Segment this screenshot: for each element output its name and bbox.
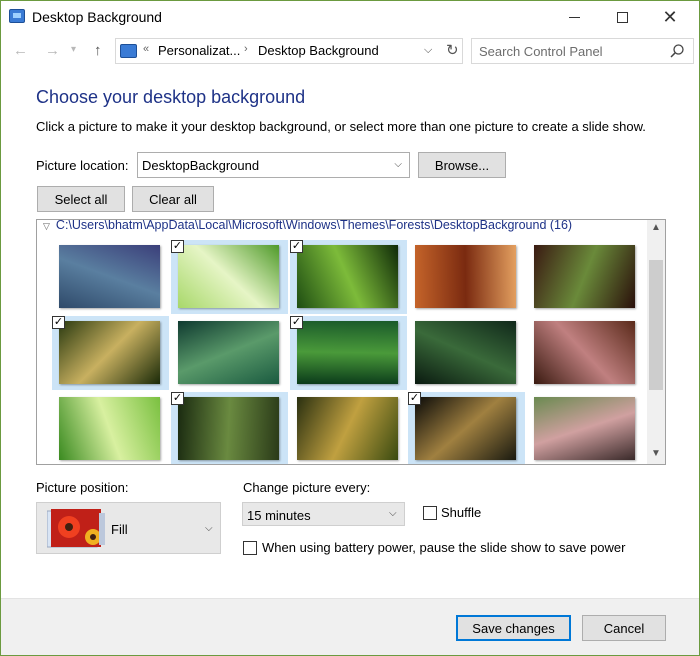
thumbnail-checkbox[interactable]: ✓ <box>290 240 303 253</box>
scroll-down-icon[interactable]: ▼ <box>647 448 665 462</box>
cancel-button[interactable]: Cancel <box>582 615 666 641</box>
thumbnail-tile[interactable]: ✓ <box>290 316 407 390</box>
breadcrumb-personalization[interactable]: Personalizat... <box>158 43 240 58</box>
close-button[interactable]: ✕ <box>647 1 693 33</box>
thumbnail-checkbox[interactable]: ✓ <box>171 392 184 405</box>
chevron-down-icon: ⌵ <box>205 523 213 534</box>
thumbnail-tile[interactable] <box>527 392 644 464</box>
minimize-button[interactable] <box>551 1 597 33</box>
thumbnail-image[interactable] <box>415 245 516 308</box>
picture-location-label: Picture location: <box>36 158 129 173</box>
thumbnail-image[interactable] <box>297 245 398 308</box>
thumbnail-image[interactable] <box>297 397 398 460</box>
scroll-up-icon[interactable]: ▲ <box>647 222 665 236</box>
thumbnail-image[interactable] <box>59 245 160 308</box>
chevron-down-icon: ⌵ <box>394 159 402 170</box>
breadcrumb-separator-icon[interactable]: « <box>143 43 149 55</box>
navigation-bar: ← → ▾ ↑ « Personalizat... › Desktop Back… <box>1 33 699 69</box>
thumbnail-tile[interactable] <box>52 392 169 464</box>
window-title: Desktop Background <box>32 9 162 25</box>
thumbnail-tile[interactable] <box>527 316 644 390</box>
picture-position-label: Picture position: <box>36 480 129 495</box>
thumbnail-tile[interactable]: ✓ <box>408 392 525 464</box>
shuffle-label[interactable]: Shuffle <box>441 505 481 520</box>
thumbnail-tile[interactable] <box>290 392 407 464</box>
change-picture-every-dropdown[interactable]: 15 minutes ⌵ <box>242 502 405 526</box>
clear-all-button[interactable]: Clear all <box>132 186 214 212</box>
thumbnail-tile[interactable]: ✓ <box>171 240 288 314</box>
change-picture-every-label: Change picture every: <box>243 480 371 495</box>
thumbnail-image[interactable] <box>178 321 279 384</box>
thumbnail-tile[interactable] <box>408 240 525 314</box>
address-dropdown-chevron-icon[interactable]: ⌵ <box>424 44 432 57</box>
thumbnail-checkbox[interactable]: ✓ <box>290 316 303 329</box>
address-bar[interactable]: « Personalizat... › Desktop Background ⌵… <box>115 38 463 64</box>
fill-position-preview-icon <box>47 509 105 548</box>
thumbnail-image[interactable] <box>59 397 160 460</box>
picture-gallery: ▽ C:\Users\bhatm\AppData\Local\Microsoft\… <box>36 219 666 465</box>
up-arrow-icon[interactable]: ↑ <box>94 42 102 59</box>
thumbnail-tile[interactable] <box>408 316 525 390</box>
maximize-icon <box>616 11 628 23</box>
refresh-icon[interactable]: ↻ <box>446 41 459 59</box>
thumbnail-checkbox[interactable]: ✓ <box>408 392 421 405</box>
thumbnail-checkbox[interactable]: ✓ <box>171 240 184 253</box>
maximize-button[interactable] <box>599 1 645 33</box>
select-all-button[interactable]: Select all <box>37 186 125 212</box>
battery-pause-label[interactable]: When using battery power, pause the slid… <box>262 540 626 555</box>
recent-locations-chevron-icon[interactable]: ▾ <box>71 44 76 55</box>
control-panel-icon <box>9 9 25 23</box>
thumbnail-image[interactable] <box>415 397 516 460</box>
close-icon: ✕ <box>662 7 678 27</box>
collapse-chevron-icon[interactable]: ▽ <box>43 221 50 231</box>
desktop-background-window: Desktop Background ✕ ← → ▾ ↑ « Personali… <box>0 0 700 656</box>
change-picture-every-value: 15 minutes <box>247 508 311 523</box>
picture-position-dropdown[interactable]: Fill ⌵ <box>36 502 221 554</box>
thumbnail-image[interactable] <box>59 321 160 384</box>
gallery-scrollbar[interactable]: ▲ ▼ <box>647 220 665 464</box>
gallery-group-header[interactable]: ▽ C:\Users\bhatm\AppData\Local\Microsoft\… <box>43 219 573 232</box>
title-bar: Desktop Background ✕ <box>1 1 699 33</box>
browse-button[interactable]: Browse... <box>418 152 506 178</box>
breadcrumb-desktop-background[interactable]: Desktop Background <box>258 43 379 58</box>
control-panel-icon <box>120 44 137 58</box>
thumbnail-image[interactable] <box>297 321 398 384</box>
page-description: Click a picture to make it your desktop … <box>36 119 646 134</box>
picture-position-value: Fill <box>111 522 128 537</box>
picture-location-dropdown[interactable]: DesktopBackground ⌵ <box>137 152 410 178</box>
thumbnail-image[interactable] <box>534 397 635 460</box>
page-title: Choose your desktop background <box>36 87 306 107</box>
thumbnail-tile[interactable] <box>171 316 288 390</box>
chevron-down-icon: ⌵ <box>389 508 397 519</box>
thumbnail-image[interactable] <box>415 321 516 384</box>
gallery-path-text: C:\Users\bhatm\AppData\Local\Microsoft\W… <box>55 219 573 232</box>
thumbnail-checkbox[interactable]: ✓ <box>52 316 65 329</box>
dialog-footer: Save changes Cancel <box>1 598 699 655</box>
search-icon[interactable] <box>669 43 685 59</box>
forward-arrow-icon[interactable]: → <box>45 42 60 59</box>
save-changes-button[interactable]: Save changes <box>456 615 571 641</box>
search-placeholder: Search Control Panel <box>479 44 603 59</box>
shuffle-checkbox[interactable] <box>423 506 437 520</box>
thumbnail-tile[interactable] <box>527 240 644 314</box>
breadcrumb-separator-icon[interactable]: › <box>244 43 248 55</box>
thumbnail-tile[interactable]: ✓ <box>52 316 169 390</box>
thumbnail-image[interactable] <box>178 245 279 308</box>
back-arrow-icon[interactable]: ← <box>13 42 28 59</box>
battery-pause-checkbox[interactable] <box>243 541 257 555</box>
thumbnail-tile[interactable]: ✓ <box>290 240 407 314</box>
thumbnail-image[interactable] <box>534 245 635 308</box>
minimize-icon <box>568 16 580 18</box>
scroll-thumb[interactable] <box>649 260 663 390</box>
thumbnail-tile[interactable] <box>52 240 169 314</box>
search-box[interactable]: Search Control Panel <box>471 38 694 64</box>
picture-location-value: DesktopBackground <box>142 158 260 173</box>
thumbnail-image[interactable] <box>178 397 279 460</box>
thumbnail-image[interactable] <box>534 321 635 384</box>
thumbnail-tile[interactable]: ✓ <box>171 392 288 464</box>
